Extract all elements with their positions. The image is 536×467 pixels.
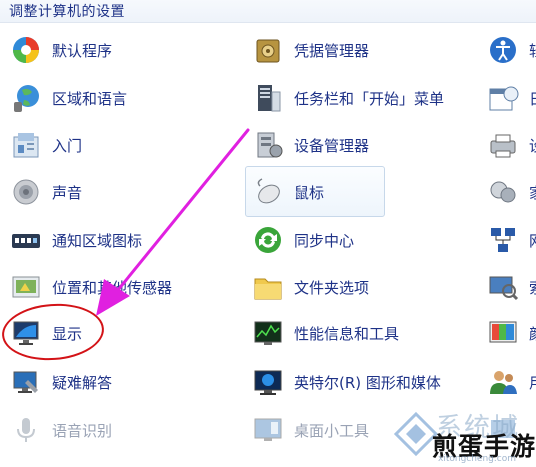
link-intel-graphics[interactable]: 英特尔(R) 图形和媒体 xyxy=(252,364,441,400)
link-credential-manager[interactable]: 凭据管理器 xyxy=(252,32,369,68)
link-network-center[interactable]: 网 xyxy=(487,222,536,258)
link-performance-info[interactable]: 性能信息和工具 xyxy=(252,315,399,351)
page-title: 调整计算机的设置 xyxy=(9,4,125,20)
link-label: 鼠标 xyxy=(294,183,325,202)
link-label: 设 xyxy=(529,135,536,156)
link-label: 轻 xyxy=(529,40,536,61)
link-label: 设备管理器 xyxy=(294,136,370,155)
speech-recognition-icon xyxy=(10,414,42,446)
link-sound[interactable]: 声音 xyxy=(10,174,82,210)
link-label: 疑难解答 xyxy=(52,373,113,392)
link-label: 凭据管理器 xyxy=(294,41,370,60)
link-label: 区域和语言 xyxy=(52,89,128,108)
link-label: 同步中心 xyxy=(294,231,355,250)
network-center-icon xyxy=(487,224,519,256)
date-time-icon xyxy=(487,82,519,114)
link-desktop-gadgets[interactable]: 桌面小工具 xyxy=(252,412,369,448)
link-devices-printers[interactable]: 设 xyxy=(487,127,536,163)
default-programs-icon xyxy=(10,34,42,66)
link-user-accounts[interactable]: 用 xyxy=(487,364,536,400)
folder-options-icon xyxy=(252,271,284,303)
credential-manager-icon xyxy=(252,34,284,66)
link-getting-started[interactable]: 入门 xyxy=(10,127,82,163)
getting-started-icon xyxy=(10,129,42,161)
watermark-url: xitongcheng.com xyxy=(438,454,516,464)
troubleshooting-icon xyxy=(10,366,42,398)
device-manager-icon xyxy=(252,129,284,161)
link-location-sensors[interactable]: 位置和其他传感器 xyxy=(10,269,172,305)
red-circle-annotation xyxy=(0,300,106,364)
link-label: 网 xyxy=(529,230,536,251)
link-label: 文件夹选项 xyxy=(294,278,370,297)
link-ease-of-access[interactable]: 轻 xyxy=(487,32,536,68)
link-label: 英特尔(R) 图形和媒体 xyxy=(294,373,441,392)
sound-icon xyxy=(10,176,42,208)
link-label: 颜 xyxy=(529,323,536,344)
devices-printers-icon xyxy=(487,129,519,161)
user-accounts-icon xyxy=(487,366,519,398)
link-label: 入门 xyxy=(52,136,83,155)
link-region-language[interactable]: 区域和语言 xyxy=(10,80,127,116)
mouse-icon xyxy=(252,176,284,208)
indexing-icon xyxy=(487,271,519,303)
location-sensors-icon xyxy=(10,271,42,303)
region-language-icon xyxy=(10,82,42,114)
color-management-icon xyxy=(487,317,519,349)
link-sync-center[interactable]: 同步中心 xyxy=(252,222,354,258)
link-label: 位置和其他传感器 xyxy=(52,278,173,297)
link-label: 任务栏和「开始」菜单 xyxy=(294,89,445,108)
link-taskbar-start-menu[interactable]: 任务栏和「开始」菜单 xyxy=(252,80,444,116)
link-label: 用 xyxy=(529,372,536,393)
link-label: 日 xyxy=(529,88,536,109)
link-folder-options[interactable]: 文件夹选项 xyxy=(252,269,369,305)
notification-area-icon xyxy=(10,224,42,256)
link-color-management[interactable]: 颜 xyxy=(487,315,536,351)
link-label: 家 xyxy=(529,182,536,203)
link-label: 默认程序 xyxy=(52,41,113,60)
link-homegroup[interactable]: 家 xyxy=(487,174,536,210)
intel-graphics-icon xyxy=(252,366,284,398)
homegroup-icon xyxy=(487,176,519,208)
link-label: 索 xyxy=(529,277,536,298)
taskbar-start-menu-icon xyxy=(252,82,284,114)
link-label: 性能信息和工具 xyxy=(294,324,400,343)
link-label: 通知区域图标 xyxy=(52,231,143,250)
link-label: 桌面小工具 xyxy=(294,421,370,440)
performance-icon xyxy=(252,317,284,349)
link-troubleshooting[interactable]: 疑难解答 xyxy=(10,364,112,400)
link-speech-recognition[interactable]: 语音识别 xyxy=(10,412,112,448)
section-header: 调整计算机的设置 xyxy=(0,0,536,23)
link-date-time[interactable]: 日 xyxy=(487,80,536,116)
desktop-gadgets-icon xyxy=(252,414,284,446)
link-device-manager[interactable]: 设备管理器 xyxy=(252,127,369,163)
link-indexing-options[interactable]: 索 xyxy=(487,269,536,305)
sync-center-icon xyxy=(252,224,284,256)
link-label: 声音 xyxy=(52,183,83,202)
link-label: 语音识别 xyxy=(52,421,113,440)
ease-of-access-icon xyxy=(487,34,519,66)
link-mouse[interactable]: 鼠标 xyxy=(252,174,324,210)
link-notification-area[interactable]: 通知区域图标 xyxy=(10,222,142,258)
link-default-programs[interactable]: 默认程序 xyxy=(10,32,112,68)
